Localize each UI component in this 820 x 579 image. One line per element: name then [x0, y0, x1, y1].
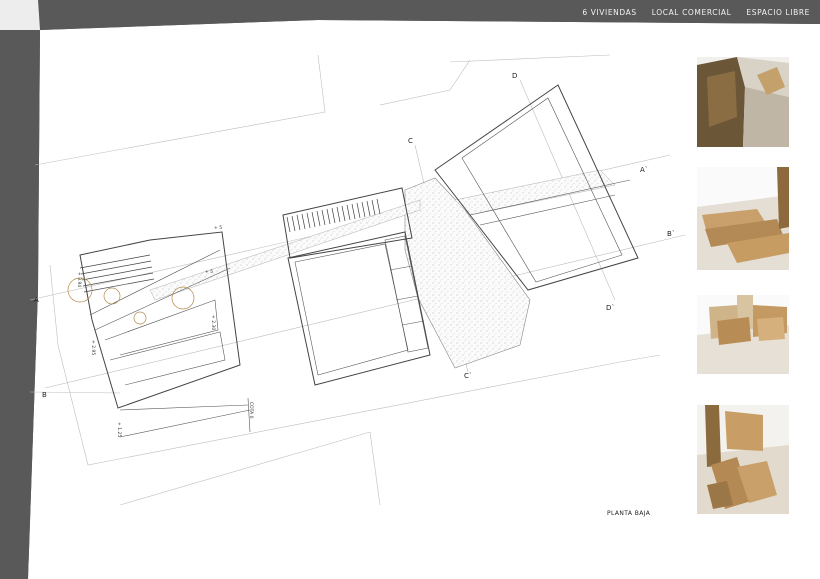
level-plus-5: + 5: [214, 225, 222, 231]
model-photo-4[interactable]: [697, 405, 789, 514]
section-mark-c: C: [408, 137, 413, 145]
model-photo-1[interactable]: [697, 57, 789, 147]
drawing-caption: PLANTA BAJA: [607, 510, 651, 517]
model-photo-2[interactable]: [697, 167, 789, 270]
level-plus-3-94: + 3.94: [76, 272, 82, 287]
level-plus-2-95: + 2.95: [90, 340, 96, 355]
section-mark-d: D: [512, 72, 517, 80]
section-mark-b: B: [42, 391, 47, 399]
section-mark-d-prime: D`: [606, 304, 615, 312]
level-plus-1-25: + 1.25: [116, 422, 122, 437]
level-plus-5-small: + 5: [205, 269, 213, 275]
section-mark-b-prime: B`: [667, 230, 675, 238]
section-mark-a: A: [34, 296, 39, 304]
section-mark-a-prime: A`: [640, 166, 648, 174]
level-cota-0: COTA 0: [248, 402, 254, 419]
section-mark-c-prime: C`: [464, 372, 472, 380]
model-photo-3[interactable]: [697, 295, 789, 374]
level-plus-2-30: + 2.30: [210, 315, 216, 330]
walkway-pavement: [454, 169, 616, 216]
site-context-lines: [29, 54, 686, 506]
